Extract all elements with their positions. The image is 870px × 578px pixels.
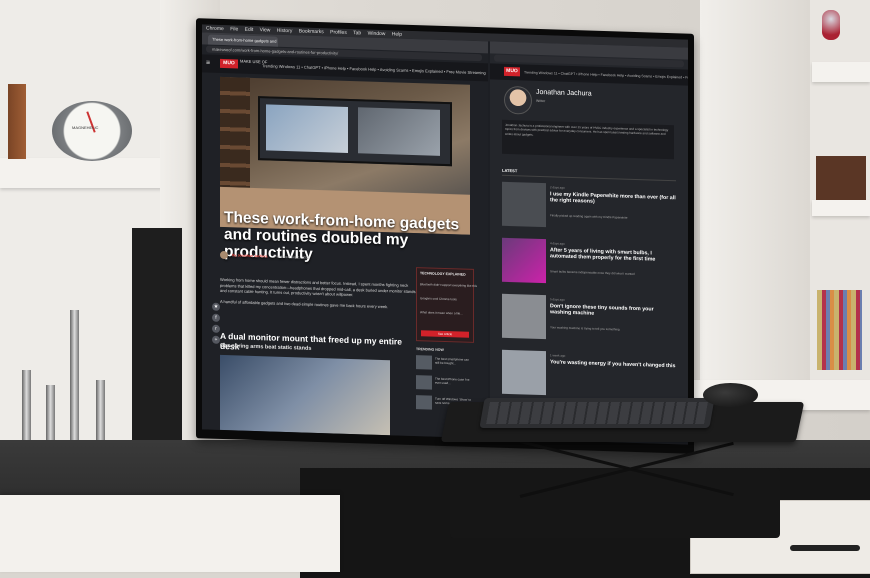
sidebar-title: TECHNOLOGY EXPLAINED [420,271,466,277]
article-headline: These work-from-home gadgets and routine… [224,209,460,263]
article-date: 4 days ago [550,241,565,246]
keyboard-keys [486,402,708,424]
menu-item[interactable]: Bookmarks [299,28,324,35]
article-title[interactable]: I use my Kindle Paperwhite more than eve… [550,191,676,207]
article-card[interactable]: 5 days ago Don't ignore these tiny sound… [502,293,678,352]
gauge-label: MAGNEHELIC [72,125,99,130]
reddit-icon[interactable]: r [212,324,220,333]
menu-item[interactable]: Tab [353,30,361,36]
article-subtitle: Your washing machine is trying to tell y… [550,325,620,332]
mouse [703,383,758,407]
black-panel [132,228,182,468]
author-role: Writer [536,98,546,104]
author-bio: Jonathan Jachura is a professional engin… [502,119,674,160]
author-name: Jonathan Jachura [536,88,592,98]
monitor: Chrome File Edit View History Bookmarks … [196,18,694,454]
avatar [220,250,228,260]
pressure-gauge: MAGNEHELIC [52,101,132,161]
desk-front [0,495,340,572]
see-article-button[interactable]: See Article [421,330,469,338]
article-image [220,354,390,436]
article-subtitle: Smart bulbs became indispensable once th… [550,269,635,276]
article-title[interactable]: Don't ignore these tiny sounds from your… [550,303,676,319]
nav-links[interactable]: Trending Windows 11 • ChatGPT • iPhone H… [524,70,688,80]
hamburger-icon[interactable]: ≡ [206,59,210,66]
latest-heading: LATEST [502,167,518,174]
article-subtitle: Finally picked up reading again with my … [550,213,628,220]
wooden-container [8,84,26,159]
article-title[interactable]: After 5 years of living with smart bulbs… [550,247,676,263]
riser-base [450,468,780,538]
article-date: 2 days ago [550,185,565,190]
article-card[interactable]: 2 days ago I use my Kindle Paperwhite mo… [502,181,678,240]
menu-item[interactable]: Edit [245,27,254,33]
menu-item[interactable]: History [277,28,293,34]
sidebar-row[interactable]: What does it mean when a file... [420,310,463,315]
bookmark-icon[interactable]: ★ [212,302,220,311]
article-thumbnail [502,293,546,340]
article-body: Working from home should mean fewer dist… [220,277,420,311]
pressure-sensors [12,300,122,460]
right-shelf-board-top [812,62,870,82]
article-title[interactable]: You're wasting energy if you haven't cha… [550,359,676,369]
author-avatar [504,85,532,115]
menu-item[interactable]: File [230,26,238,32]
article-thumbnail [502,181,546,228]
nav-links[interactable]: Trending Windows 11 • ChatGPT • iPhone H… [262,63,486,75]
article-date: 1 week ago [550,353,566,358]
monitor-screen: Chrome File Edit View History Bookmarks … [202,24,688,445]
bookshelf-in-photo [220,76,250,188]
snow-globe [822,10,840,40]
share-toolbar: ★ f r + [212,302,220,347]
left-shelf-board [0,158,170,188]
wooden-box [816,156,866,200]
trending-title: TRENDING NOW [416,347,444,352]
menu-item[interactable]: Profiles [330,29,347,36]
right-pillar [700,0,810,390]
sidebar-row[interactable]: Bluetooth didn't support everything like… [420,282,477,288]
site-logo[interactable]: MUO [504,66,520,77]
menu-item[interactable]: View [260,27,271,33]
drawer-handle [790,545,860,551]
list-item[interactable]: The best iPhone case I've ever used... [416,375,472,393]
sidebar-row[interactable]: Google's cool Chrome tools [420,296,457,301]
menu-item[interactable]: Chrome [206,25,224,32]
divider [502,174,676,182]
sidebar-promo: TECHNOLOGY EXPLAINED Bluetooth didn't su… [416,267,477,343]
facebook-icon[interactable]: f [212,313,220,322]
keyboard [479,398,715,428]
article-thumbnail [502,349,546,396]
menu-item[interactable]: Help [392,31,402,37]
site-logo[interactable]: MUO [220,58,238,69]
paragraph: A handful of affordable gadgets and two … [220,298,389,309]
browser-right: MUO Trending Windows 11 • ChatGPT • iPho… [490,41,688,445]
monitors-in-photo [258,96,452,167]
article-thumbnail [502,237,546,284]
article-card[interactable]: 4 days ago After 5 years of living with … [502,237,678,296]
book-stack [817,290,862,370]
browser-left: These work-from-home gadgets and makeuse… [202,32,488,439]
right-shelf-board-mid [812,200,870,216]
menu-item[interactable]: Window [368,31,386,38]
paragraph: Working from home should mean fewer dist… [220,276,417,298]
share-icon[interactable]: + [212,335,220,344]
list-item[interactable]: The best smartphone can still be bought.… [416,355,472,373]
article-date: 5 days ago [550,297,565,302]
